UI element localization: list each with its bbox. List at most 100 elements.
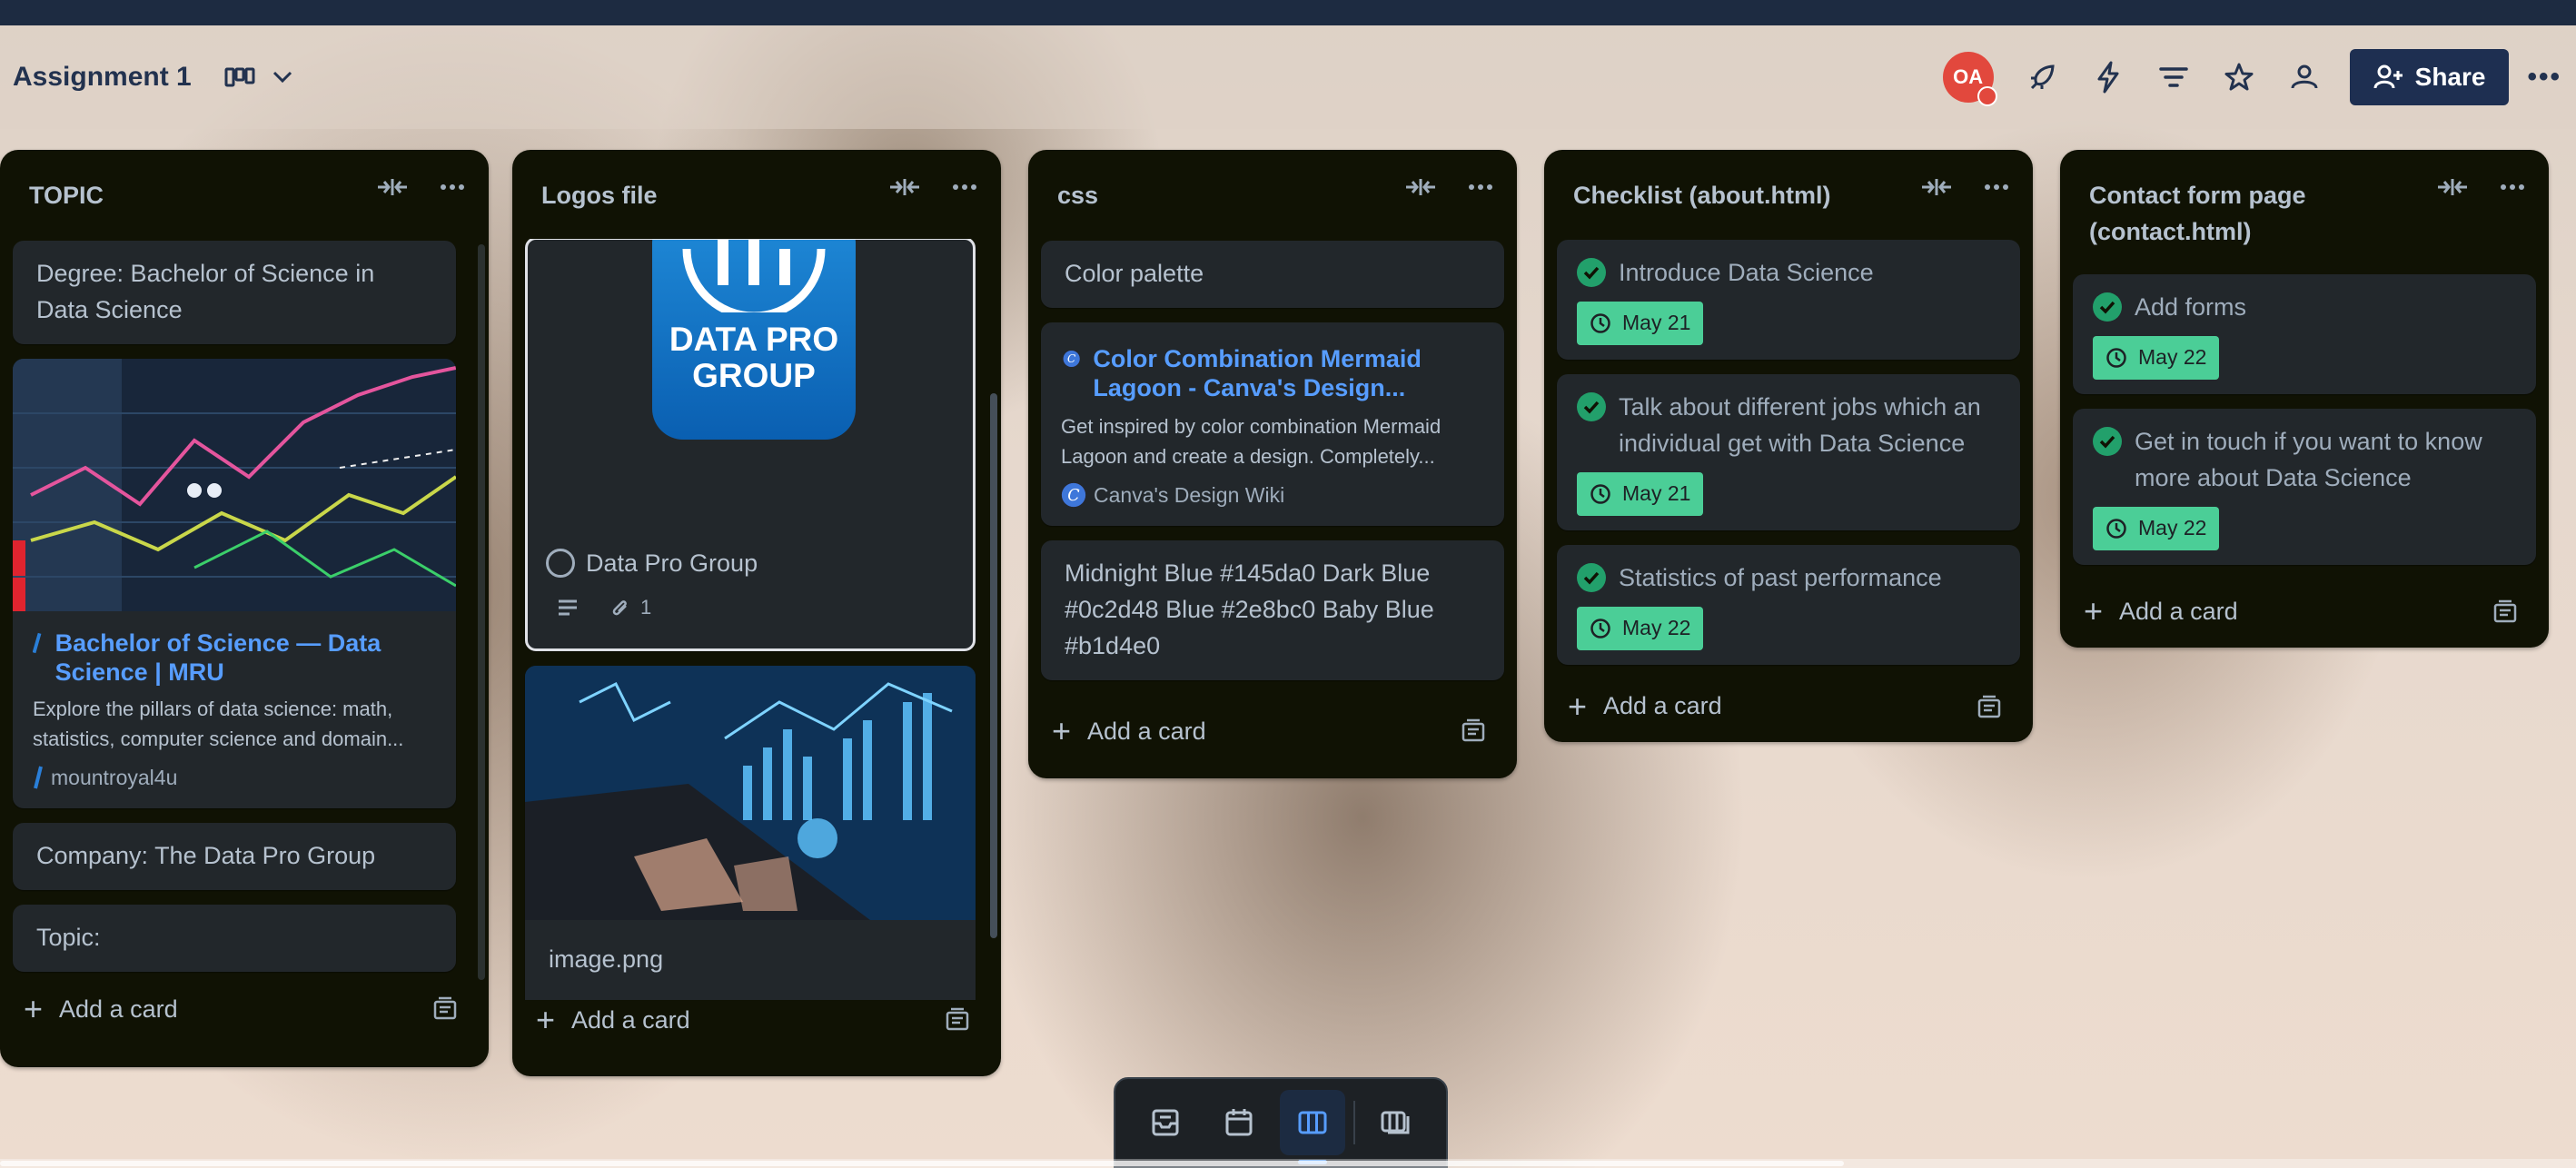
add-member-icon <box>2373 64 2403 89</box>
card-degree[interactable]: Degree: Bachelor of Science in Data Scie… <box>13 241 456 344</box>
list-title[interactable]: css <box>1057 177 1366 213</box>
add-card-button[interactable]: + Add a card <box>1028 695 1517 767</box>
list-contact-form: Contact form page (contact.html) Add for… <box>2060 150 2549 648</box>
link-source: mountroyal4u <box>51 765 178 789</box>
svg-text:C: C <box>1067 487 1080 505</box>
avatar[interactable]: OA <box>1942 52 1997 106</box>
list-scrollbar[interactable] <box>478 244 485 980</box>
add-card-button[interactable]: + Add a card <box>2060 576 2549 648</box>
list-menu-icon[interactable] <box>1984 183 2009 191</box>
plus-icon: + <box>24 990 44 1027</box>
collapse-icon[interactable] <box>376 177 409 197</box>
link-description: Explore the pillars of data science: mat… <box>33 698 404 750</box>
add-card-label: Add a card <box>1603 692 1722 720</box>
due-date-badge[interactable]: May 22 <box>1577 606 1704 650</box>
mru-favicon-icon <box>33 632 42 654</box>
card-template-icon[interactable] <box>2492 599 2518 625</box>
collapse-icon[interactable] <box>2436 177 2469 197</box>
card-data-pro-group[interactable]: DATA PRO GROUP Data Pro Group 1 <box>525 239 976 651</box>
attachment-icon <box>612 600 627 616</box>
list-title[interactable]: Checklist (about.html) <box>1573 177 1882 213</box>
card-template-icon[interactable] <box>945 1007 970 1033</box>
admin-badge-icon <box>1977 86 1997 106</box>
board-menu-icon[interactable]: ••• <box>2527 62 2561 93</box>
card-talk-about-jobs[interactable]: Talk about different jobs which an indiv… <box>1557 373 2020 530</box>
list-topic: TOPIC Degree: Bachelor of Science in Dat… <box>0 150 489 1067</box>
list-menu-icon[interactable] <box>2500 183 2525 191</box>
plus-icon: + <box>1568 687 1588 725</box>
card-template-icon[interactable] <box>1461 718 1486 744</box>
calendar-view-button[interactable] <box>1206 1090 1272 1155</box>
complete-check-icon[interactable] <box>1577 391 1606 421</box>
card-introduce-data-science[interactable]: Introduce Data Science May 21 <box>1557 239 2020 360</box>
complete-check-icon[interactable] <box>1577 257 1606 287</box>
card-link-canva[interactable]: C Color Combination Mermaid Lagoon - Can… <box>1041 322 1504 526</box>
due-date-badge[interactable]: May 21 <box>1577 301 1704 345</box>
filter-button[interactable] <box>2141 50 2206 104</box>
due-date-badge[interactable]: May 22 <box>2093 506 2220 550</box>
card-image-png[interactable]: image.png <box>525 666 976 1000</box>
card-get-in-touch[interactable]: Get in touch if you want to know more ab… <box>2073 408 2536 565</box>
due-date-badge[interactable]: May 21 <box>1577 471 1704 516</box>
add-card-button[interactable]: + Add a card <box>0 973 489 1045</box>
board-horizontal-scrollbar[interactable] <box>0 1159 2576 1168</box>
card-link-mru[interactable]: Bachelor of Science — Data Science | MRU… <box>13 359 456 808</box>
switch-boards-icon <box>1381 1111 1410 1134</box>
list-title[interactable]: TOPIC <box>29 177 338 213</box>
list-title[interactable]: Contact form page (contact.html) <box>2089 177 2398 250</box>
description-icon <box>559 599 577 616</box>
star-button[interactable] <box>2206 50 2272 104</box>
share-button[interactable]: Share <box>2349 49 2510 105</box>
board-title[interactable]: Assignment 1 <box>13 62 192 93</box>
card-color-palette[interactable]: Color palette <box>1041 241 1504 308</box>
card-template-icon[interactable] <box>1977 695 2002 720</box>
complete-check-icon[interactable] <box>1577 562 1606 592</box>
list-checklist-about: Checklist (about.html) Introduce Data Sc… <box>1544 150 2033 742</box>
list-scrollbar[interactable] <box>990 393 997 938</box>
visibility-button[interactable] <box>2272 50 2337 104</box>
power-ups-button[interactable] <box>2010 50 2076 104</box>
clock-icon <box>1590 618 1610 638</box>
complete-check-icon[interactable] <box>2093 426 2122 456</box>
card-title: Introduce Data Science <box>1619 258 1874 286</box>
due-date-badge[interactable]: May 22 <box>2093 335 2220 380</box>
add-card-label: Add a card <box>59 995 178 1023</box>
card-title: Degree: Bachelor of Science in Data Scie… <box>36 260 375 323</box>
list-menu-icon[interactable] <box>1468 183 1493 191</box>
card-title: Add forms <box>2135 292 2247 321</box>
complete-check-icon[interactable] <box>2093 292 2122 322</box>
card-template-icon[interactable] <box>432 996 458 1022</box>
card-color-codes[interactable]: Midnight Blue #145da0 Dark Blue #0c2d48 … <box>1041 540 1504 680</box>
card-topic[interactable]: Topic: <box>13 905 456 972</box>
view-switcher-bar <box>1114 1077 1448 1168</box>
collapse-icon[interactable] <box>1920 177 1953 197</box>
inbox-view-button[interactable] <box>1133 1090 1198 1155</box>
board-view-switcher[interactable] <box>224 65 293 89</box>
plus-icon: + <box>536 1001 556 1038</box>
add-card-button[interactable]: + Add a card <box>1544 671 2033 742</box>
card-statistics[interactable]: Statistics of past performance May 22 <box>1557 544 2020 665</box>
collapse-icon[interactable] <box>888 177 921 197</box>
link-description: Get inspired by color combination Mermai… <box>1061 415 1442 468</box>
filter-icon <box>2158 67 2188 87</box>
collapse-icon[interactable] <box>1404 177 1437 197</box>
lightning-icon <box>2097 61 2119 94</box>
board-view-button[interactable] <box>1279 1090 1345 1164</box>
add-card-button[interactable]: + Add a card <box>512 984 1001 1056</box>
automation-button[interactable] <box>2076 50 2141 104</box>
nav-divider <box>1353 1101 1356 1144</box>
chevron-down-icon <box>272 71 292 84</box>
list-menu-icon[interactable] <box>440 183 465 191</box>
complete-checkbox[interactable] <box>546 549 575 578</box>
link-title[interactable]: Bachelor of Science — Data Science | MRU <box>55 629 436 687</box>
clock-icon <box>1590 312 1610 333</box>
card-add-forms[interactable]: Add forms May 22 <box>2073 273 2536 394</box>
list-title[interactable]: Logos file <box>541 177 850 213</box>
switch-boards-button[interactable] <box>1363 1090 1429 1155</box>
scrollbar-thumb[interactable] <box>0 1161 1844 1166</box>
list-menu-icon[interactable] <box>952 183 977 191</box>
list-css: css Color palette C Color Combination Me… <box>1028 150 1517 778</box>
attachment-count: 1 <box>640 596 652 619</box>
card-company[interactable]: Company: The Data Pro Group <box>13 823 456 890</box>
link-title[interactable]: Color Combination Mermaid Lagoon - Canva… <box>1093 344 1484 402</box>
